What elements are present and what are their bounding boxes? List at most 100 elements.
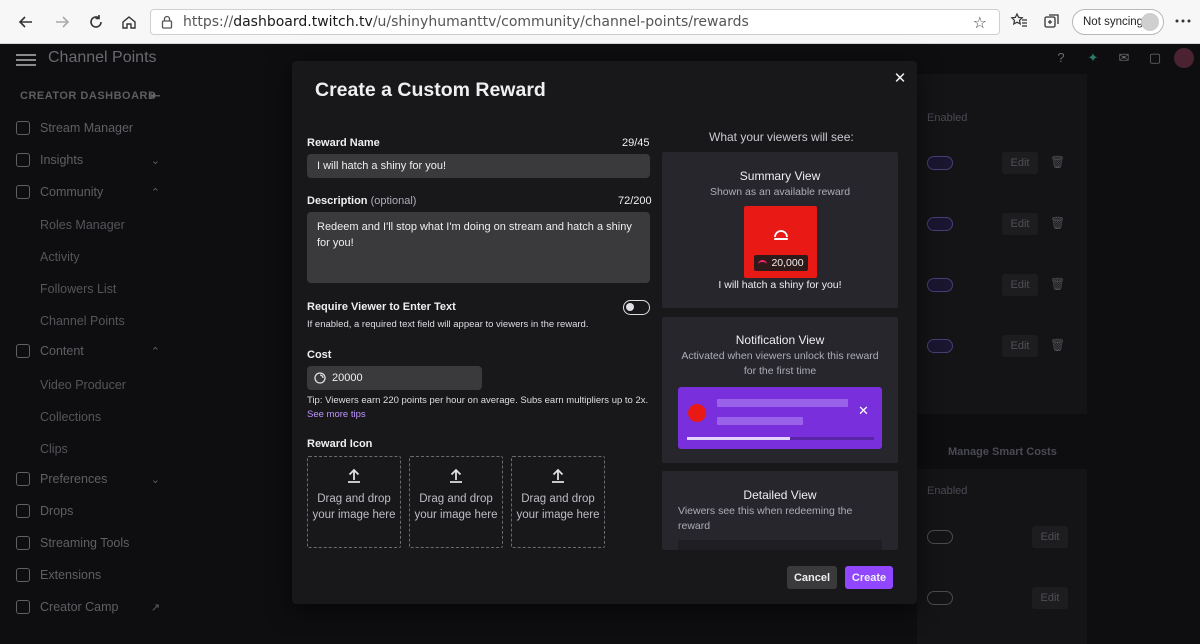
require-text-label: Require Viewer to Enter Text (307, 301, 456, 313)
sync-label: Not syncing (1083, 16, 1144, 28)
edit-button[interactable]: Edit (1002, 213, 1038, 235)
trash-icon[interactable]: 🗑 (1050, 338, 1065, 352)
reward-name-counter: 29/45 (622, 137, 650, 149)
sidebar-item-extensions[interactable]: Extensions (16, 565, 166, 585)
sidebar-item-creator-camp[interactable]: Creator Camp ↗ (16, 597, 166, 617)
favorites-icon[interactable] (1008, 10, 1030, 32)
sidebar-item-content[interactable]: Content ⌃ (16, 341, 166, 361)
notification-progress-bar (687, 437, 874, 440)
reward-tile: 20,000 (744, 206, 817, 278)
edit-button[interactable]: Edit (1002, 335, 1038, 357)
whispers-icon[interactable]: ▢ (1146, 50, 1164, 68)
reward-name-label: Reward Name (307, 137, 380, 149)
url-text: https://dashboard.twitch.tv/u/shinyhuman… (183, 14, 749, 30)
more-icon[interactable] (1172, 10, 1194, 32)
sidebar-item-streaming-tools[interactable]: Streaming Tools (16, 533, 166, 553)
summary-view-card: Summary View Shown as an available rewar… (662, 152, 898, 308)
notification-close-icon: ✕ (858, 403, 869, 418)
reward-icon-dropzones: Drag and drop your image here Drag and d… (307, 456, 607, 551)
collapse-icon[interactable]: ⇤ (150, 88, 161, 104)
notification-view-subtitle: Activated when viewers unlock this rewar… (681, 350, 879, 377)
manage-smart-costs-button[interactable]: Manage Smart Costs (948, 446, 1057, 458)
reward-name-preview: I will hatch a shiny for you! (718, 279, 842, 291)
reward-name-input[interactable]: I will hatch a shiny for you! (307, 154, 650, 178)
detailed-view-subtitle: Viewers see this when redeeming the rewa… (678, 505, 853, 532)
trash-icon[interactable]: 🗑 (1050, 155, 1065, 169)
description-textarea[interactable]: Redeem and I'll stop what I'm doing on s… (307, 212, 650, 283)
sparkle-icon[interactable]: ✦ (1084, 50, 1102, 68)
image-dropzone[interactable]: Drag and drop your image here (511, 456, 605, 548)
edit-button[interactable]: Edit (1002, 152, 1038, 174)
home-icon[interactable] (117, 10, 141, 34)
reward-icon (774, 230, 788, 240)
cost-value: 20000 (332, 372, 363, 384)
reward-toggle[interactable] (927, 156, 953, 170)
reward-toggle[interactable] (927, 591, 953, 605)
reward-toggle[interactable] (927, 530, 953, 544)
sidebar-item-channel-points[interactable]: Channel Points (40, 314, 125, 328)
sidebar-item-preferences[interactable]: Preferences ⌄ (16, 469, 166, 489)
page-title: Channel Points (48, 49, 157, 66)
refresh-icon[interactable] (84, 10, 108, 34)
channel-points-icon (314, 372, 326, 384)
help-icon[interactable]: ? (1052, 50, 1070, 68)
cost-input[interactable]: 20000 (307, 366, 482, 390)
sidebar-item-activity[interactable]: Activity (40, 250, 80, 264)
lock-icon (161, 15, 173, 29)
user-avatar[interactable] (1174, 48, 1194, 68)
cost-tip: Tip: Viewers earn 220 points per hour on… (307, 395, 649, 420)
sidebar-item-roles-manager[interactable]: Roles Manager (40, 218, 125, 232)
preview-heading: What your viewers will see: (709, 130, 854, 144)
profile-sync-button[interactable]: Not syncing (1072, 9, 1164, 35)
menu-icon[interactable] (16, 51, 36, 67)
upload-icon (450, 468, 462, 483)
edit-button[interactable]: Edit (1032, 526, 1068, 548)
image-dropzone[interactable]: Drag and drop your image here (409, 456, 503, 548)
cost-label: Cost (307, 349, 332, 361)
browser-toolbar: https://dashboard.twitch.tv/u/shinyhuman… (0, 0, 1200, 44)
mini-reward-icon (758, 259, 768, 267)
notification-preview: ✕ (678, 387, 882, 449)
create-button[interactable]: Create (845, 566, 893, 589)
reward-toggle[interactable] (927, 278, 953, 292)
upload-icon (552, 468, 564, 483)
trash-icon[interactable]: 🗑 (1050, 277, 1065, 291)
address-bar[interactable]: https://dashboard.twitch.tv/u/shinyhuman… (150, 9, 1000, 35)
sidebar-item-clips[interactable]: Clips (40, 442, 68, 456)
collections-icon[interactable] (1041, 10, 1063, 32)
detailed-view-card: Detailed View Viewers see this when rede… (662, 471, 898, 550)
edit-button[interactable]: Edit (1002, 274, 1038, 296)
notification-placeholder-line (717, 417, 803, 425)
sidebar-item-video-producer[interactable]: Video Producer (40, 378, 126, 392)
back-icon[interactable] (14, 10, 38, 34)
sidebar-item-followers-list[interactable]: Followers List (40, 282, 116, 296)
close-icon[interactable]: ✕ (892, 71, 908, 87)
edit-button[interactable]: Edit (1032, 587, 1068, 609)
see-more-tips-link[interactable]: See more tips (307, 409, 366, 420)
profile-avatar (1141, 13, 1159, 31)
favorite-star-icon[interactable]: ☆ (973, 13, 987, 33)
summary-view-title: Summary View (739, 169, 821, 183)
require-text-toggle[interactable] (623, 300, 650, 315)
description-counter: 72/200 (618, 195, 652, 207)
notification-view-title: Notification View (735, 333, 825, 347)
forward-icon[interactable] (50, 10, 74, 34)
sidebar-item-insights[interactable]: Insights ⌄ (16, 150, 166, 170)
sidebar-item-collections[interactable]: Collections (40, 410, 101, 424)
cancel-button[interactable]: Cancel (787, 566, 837, 589)
reward-toggle[interactable] (927, 217, 953, 231)
sidebar-item-drops[interactable]: Drops (16, 501, 166, 521)
rewards-panel-bg (917, 74, 1087, 414)
modal-title: Create a Custom Reward (315, 79, 546, 101)
inbox-icon[interactable]: ✉ (1115, 50, 1133, 68)
sidebar-heading: CREATOR DASHBOARD (20, 90, 157, 102)
notification-placeholder-line (717, 399, 848, 407)
sidebar-item-community[interactable]: Community ⌃ (16, 182, 166, 202)
notification-view-card: Notification View Activated when viewers… (662, 317, 898, 463)
upload-icon (348, 468, 360, 483)
sidebar-item-stream-manager[interactable]: Stream Manager (16, 118, 166, 138)
trash-icon[interactable]: 🗑 (1050, 216, 1065, 230)
image-dropzone[interactable]: Drag and drop your image here (307, 456, 401, 548)
summary-view-subtitle: Shown as an available reward (709, 186, 851, 198)
reward-toggle[interactable] (927, 339, 953, 353)
